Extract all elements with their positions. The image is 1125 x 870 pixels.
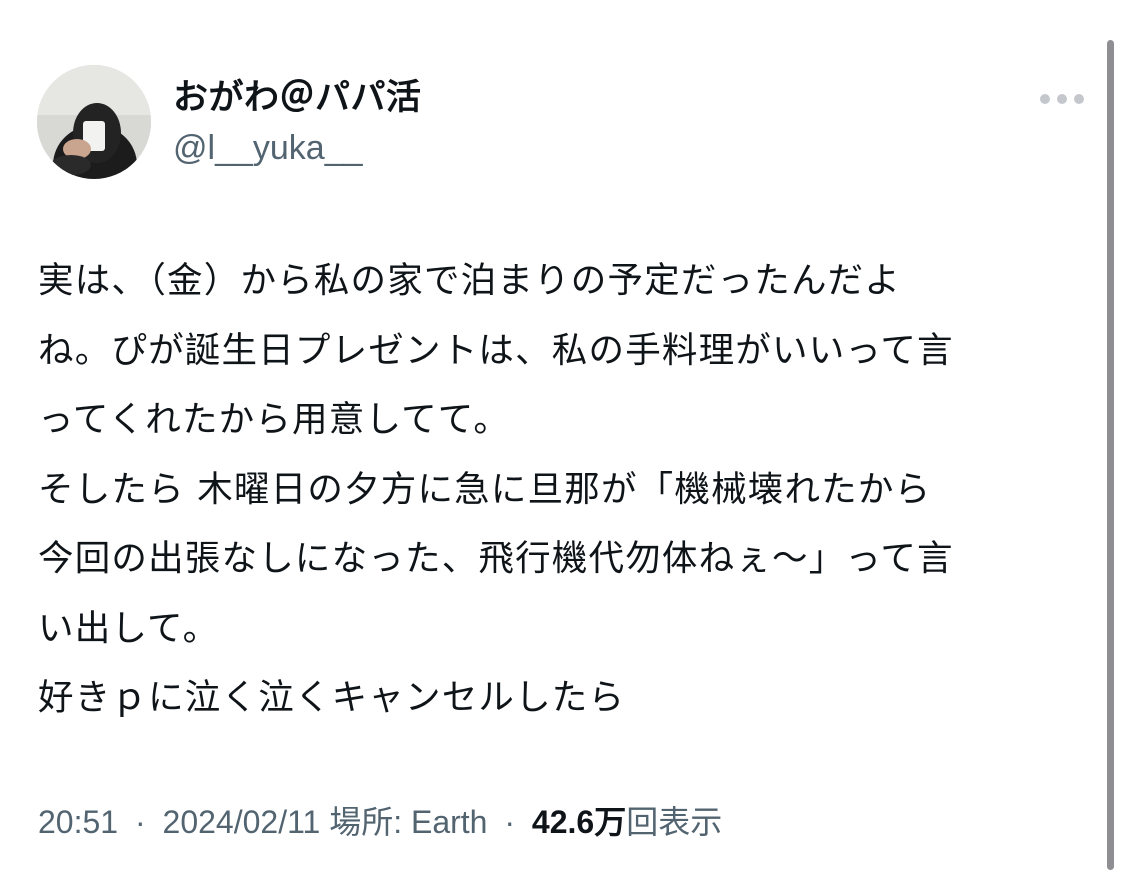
meta-separator: · (134, 804, 146, 840)
tweet-text-line: 今回の出張なしになった、飛行機代勿体ねぇ〜」って言 (38, 538, 954, 579)
tweet-text-line: 好きｐに泣く泣くキャンセルしたら (38, 677, 626, 718)
tweet-text-line: ね。ぴが誕生日プレゼントは、私の手料理がいいって言 (38, 329, 954, 371)
user-handle[interactable]: @l__yuka__ (173, 128, 363, 168)
meta-separator: · (504, 804, 516, 840)
more-options-button[interactable] (1036, 82, 1088, 116)
tweet-time[interactable]: 20:51 (38, 804, 118, 840)
tweet-card: おがわ＠パパ活 @l__yuka__ 実は、（金）から私の家で泊まりの予定だった… (0, 0, 1125, 870)
views-count: 42.6万 (531, 804, 627, 840)
avatar[interactable] (37, 65, 151, 179)
tweet-metadata: 20:51 · 2024/02/11 場所: Earth · 42.6万回表示 (38, 800, 722, 844)
avatar-photo (37, 65, 151, 179)
scrollbar[interactable] (1107, 40, 1114, 870)
more-horizontal-icon-dot (1074, 94, 1084, 104)
tweet-text-line: ってくれたから用意してて。 (38, 399, 511, 440)
views-label: 回表示 (626, 804, 723, 840)
tweet-text: 実は、（金）から私の家で泊まりの予定だったんだよ ね。ぴが誕生日プレゼントは、私… (38, 246, 1098, 733)
tweet-date[interactable]: 2024/02/11 (163, 804, 321, 840)
tweet-location: 場所: Earth (329, 804, 488, 840)
tweet-text-line: 実は、（金）から私の家で泊まりの予定だったんだよ (38, 260, 902, 301)
tweet-text-line: い出して。 (38, 607, 220, 649)
more-horizontal-icon-dot (1057, 94, 1067, 104)
more-horizontal-icon (1040, 94, 1050, 104)
tweet-text-line: そしたら 木曜日の夕方に急に旦那が「機械壊れたから (38, 468, 932, 510)
display-name[interactable]: おがわ＠パパ活 (173, 78, 422, 118)
